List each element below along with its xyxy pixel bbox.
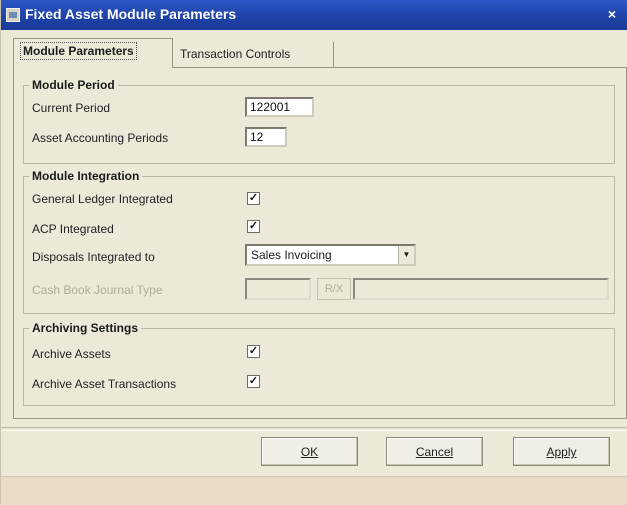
asset-accounting-periods-label: Asset Accounting Periods xyxy=(32,131,169,145)
archive-assets-label: Archive Assets xyxy=(32,347,111,361)
footer-divider xyxy=(1,427,627,431)
archiving-settings-legend: Archiving Settings xyxy=(32,321,139,335)
tab-transaction-controls-label: Transaction Controls xyxy=(180,47,291,61)
chevron-down-icon[interactable]: ▼ xyxy=(398,246,414,264)
acp-integrated-label: ACP Integrated xyxy=(32,222,114,236)
cash-book-journal-type-input[interactable] xyxy=(245,278,311,300)
archive-asset-transactions-label: Archive Asset Transactions xyxy=(32,377,177,391)
tab-module-parameters[interactable]: Module Parameters xyxy=(13,38,173,68)
asset-accounting-periods-input[interactable] xyxy=(245,127,287,147)
window-title: Fixed Asset Module Parameters xyxy=(25,6,237,22)
dialog-window: Fixed Asset Module Parameters × Module P… xyxy=(0,0,627,505)
module-period-legend: Module Period xyxy=(32,78,115,92)
archive-assets-checkbox[interactable]: ✓ xyxy=(247,345,260,358)
module-integration-legend: Module Integration xyxy=(32,169,140,183)
tab-module-parameters-label: Module Parameters xyxy=(20,42,137,60)
ok-button[interactable]: OK xyxy=(261,437,358,466)
acp-integrated-checkbox[interactable]: ✓ xyxy=(247,220,260,233)
lookup-button[interactable]: R/X xyxy=(317,278,351,300)
disposals-integrated-select[interactable]: Sales Invoicing ▼ xyxy=(245,244,416,266)
tab-transaction-controls[interactable]: Transaction Controls xyxy=(174,42,334,68)
module-period-group: Module Period xyxy=(23,78,615,164)
current-period-input[interactable] xyxy=(245,97,314,117)
disposals-integrated-label: Disposals Integrated to xyxy=(32,250,155,264)
cancel-button[interactable]: Cancel xyxy=(386,437,483,466)
app-icon xyxy=(6,8,20,22)
status-bar xyxy=(1,476,627,505)
title-bar[interactable]: Fixed Asset Module Parameters × xyxy=(1,0,627,30)
general-ledger-integrated-checkbox[interactable]: ✓ xyxy=(247,192,260,205)
archiving-settings-group: Archiving Settings xyxy=(23,321,615,406)
current-period-label: Current Period xyxy=(32,101,111,115)
archive-asset-transactions-checkbox[interactable]: ✓ xyxy=(247,375,260,388)
cash-book-journal-type-label: Cash Book Journal Type xyxy=(32,283,163,297)
apply-button[interactable]: Apply xyxy=(513,437,610,466)
cash-book-journal-description-input[interactable] xyxy=(353,278,609,300)
disposals-integrated-value: Sales Invoicing xyxy=(251,248,332,262)
general-ledger-integrated-label: General Ledger Integrated xyxy=(32,192,173,206)
close-icon[interactable]: × xyxy=(604,6,620,22)
